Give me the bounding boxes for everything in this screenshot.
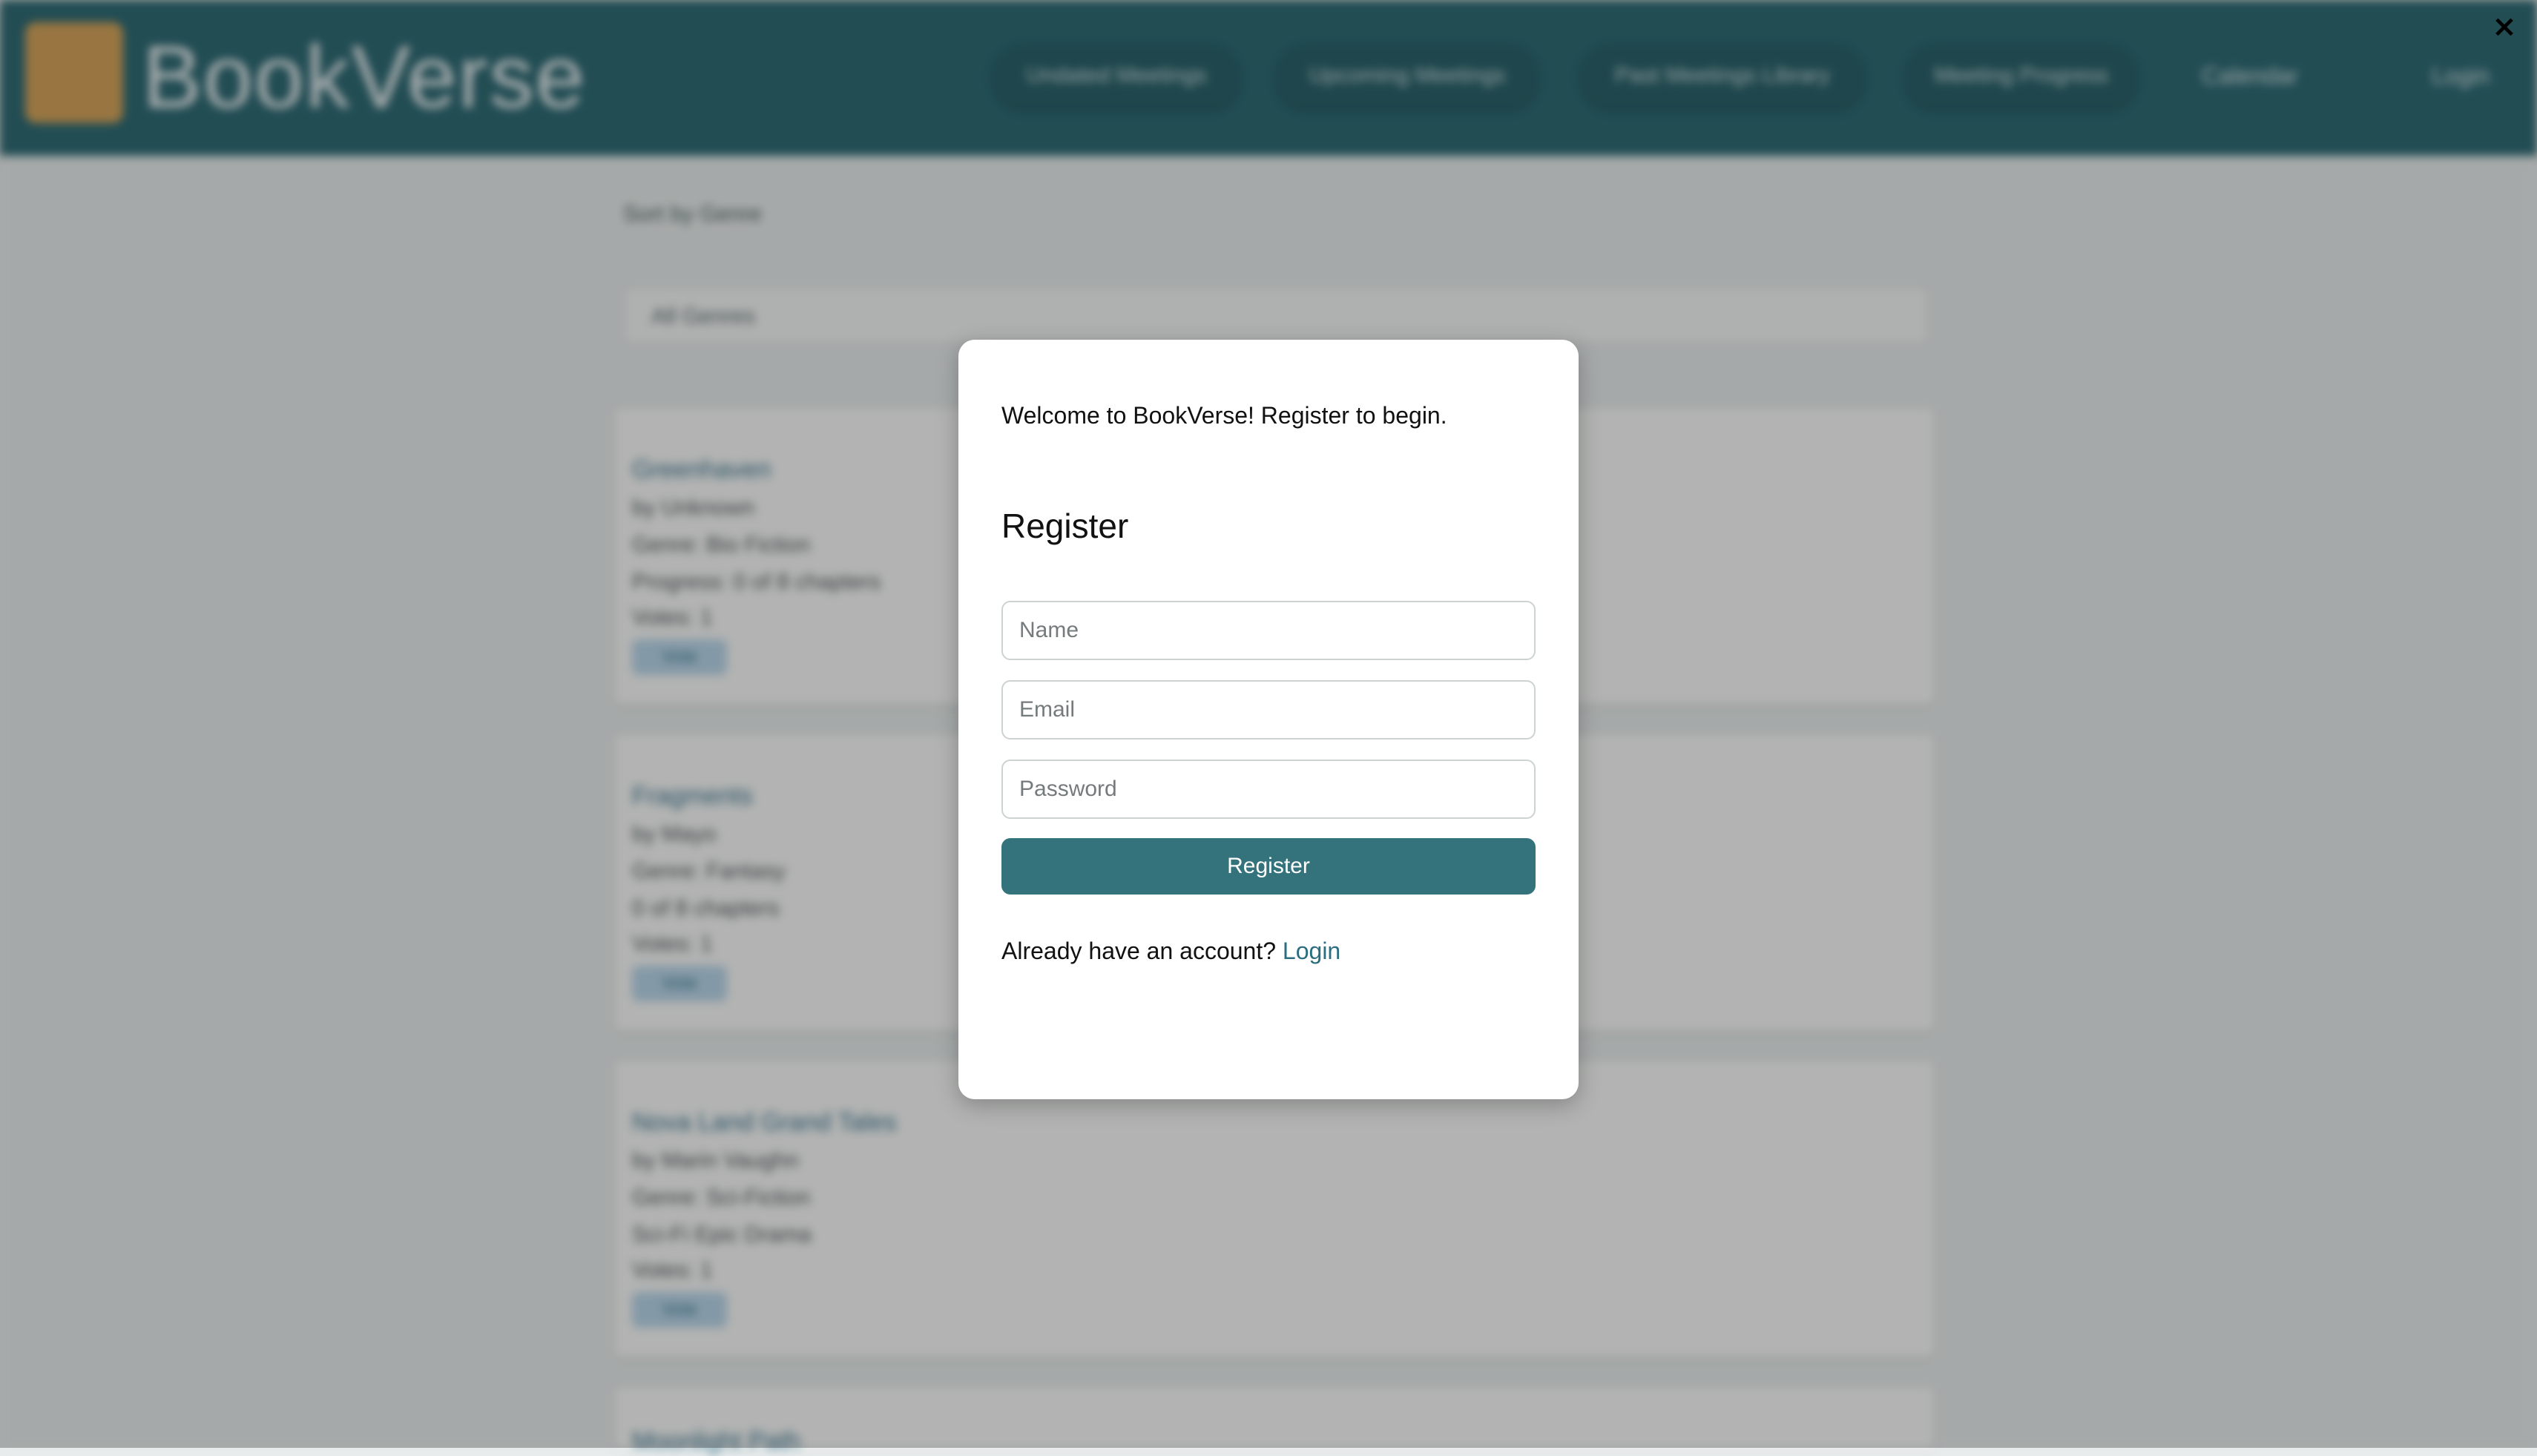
name-input[interactable] [1001, 601, 1536, 660]
password-input[interactable] [1001, 760, 1536, 819]
close-icon[interactable]: × [2487, 9, 2522, 45]
login-prompt: Already have an account? Login [1001, 938, 1340, 965]
email-input[interactable] [1001, 680, 1536, 739]
modal-title: Register [1001, 507, 1129, 545]
register-button[interactable]: Register [1001, 838, 1536, 895]
register-modal: Welcome to BookVerse! Register to begin.… [958, 340, 1579, 1099]
login-link[interactable]: Login [1283, 938, 1340, 964]
welcome-message: Welcome to BookVerse! Register to begin. [1001, 402, 1447, 429]
login-prompt-text: Already have an account? [1001, 938, 1283, 964]
